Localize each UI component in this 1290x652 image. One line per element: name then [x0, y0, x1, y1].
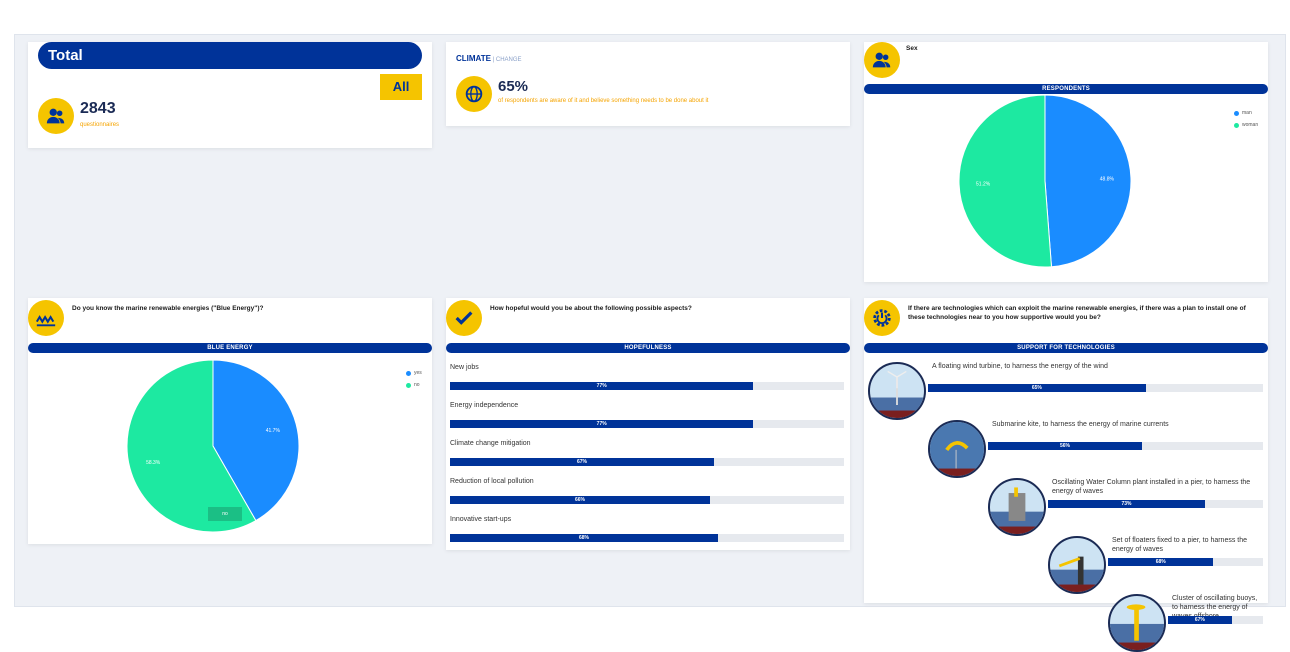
waves-icon: [28, 300, 64, 336]
technology-label: Oscillating Water Column plant installed…: [1052, 479, 1251, 495]
climate-title: CLIMATE | CHANGE: [456, 54, 522, 63]
bar-track: 65%: [928, 384, 1263, 392]
legend-dot: [406, 382, 411, 388]
pie-slice-woman[interactable]: [958, 94, 1053, 268]
legend-label: man: [1242, 110, 1252, 116]
bar-track: 66%: [450, 496, 844, 504]
climate-title-bold: CLIMATE: [456, 54, 491, 63]
bar-fill[interactable]: 56%: [988, 442, 1142, 450]
sex-legend-item[interactable]: woman: [1234, 122, 1258, 128]
technology-illustration: [1108, 594, 1166, 652]
bar-category-label: Innovative start-ups: [450, 516, 512, 523]
pie-tooltip-label: no: [222, 511, 228, 517]
legend-label: woman: [1242, 122, 1259, 128]
blue-energy-legend-item[interactable]: yes: [406, 370, 422, 376]
questionnaire-count: 2843: [80, 100, 116, 117]
legend-dot: [1234, 122, 1239, 128]
questionnaire-count-label: questionnaires: [80, 122, 120, 128]
checkmark-icon: [446, 300, 482, 336]
climate-percent: 65%: [498, 78, 529, 95]
users-icon: [38, 98, 74, 134]
blue-energy-band: BLUE ENERGY: [28, 343, 432, 353]
pie-tooltip: no: [208, 507, 242, 521]
blue-energy-legend-item[interactable]: no: [406, 382, 420, 388]
technologies-bar-chart: A floating wind turbine, to harness the …: [864, 358, 1268, 652]
sex-question: Sex: [906, 45, 918, 52]
sex-legend-item[interactable]: man: [1234, 110, 1252, 116]
bar-fill[interactable]: 68%: [450, 534, 718, 542]
hopefulness-bar-chart: New jobs 77% Energy independence 77% Climate…: [446, 358, 850, 548]
bar-track: 77%: [450, 382, 844, 390]
pie-value-label: 51.2%: [976, 181, 991, 187]
bar-track: 73%: [1048, 500, 1263, 508]
bar-track: 77%: [450, 420, 844, 428]
technology-illustration: [868, 362, 926, 420]
sex-pie-chart: 48.8% 51.2%: [958, 94, 1132, 268]
legend-label: yes: [414, 370, 422, 376]
blue-energy-question: Do you know the marine renewable energie…: [72, 305, 264, 312]
legend-dot: [406, 370, 411, 376]
bar-fill[interactable]: 73%: [1048, 500, 1205, 508]
technology-label: Submarine kite, to harness the energy of…: [992, 421, 1169, 428]
gear-power-icon: [864, 300, 900, 336]
bar-fill[interactable]: 77%: [450, 420, 754, 428]
all-filter-button[interactable]: All: [380, 74, 422, 100]
technologies-card: If there are technologies which can expl…: [864, 298, 1268, 652]
technology-label: Set of floaters fixed to a pier, to harn…: [1112, 537, 1248, 553]
bar-fill[interactable]: 67%: [1168, 616, 1232, 624]
users-icon: [864, 42, 900, 78]
climate-title-light: | CHANGE: [490, 57, 522, 63]
bar-track: 56%: [988, 442, 1263, 450]
bar-track: 68%: [1108, 558, 1263, 566]
bar-category-label: Climate change mitigation: [450, 440, 531, 447]
bar-category-label: Energy independence: [450, 402, 519, 409]
legend-dot: [1234, 110, 1239, 116]
bar-category-label: Reduction of local pollution: [450, 478, 534, 485]
blue-energy-card: Do you know the marine renewable energie…: [28, 298, 432, 544]
hopefulness-band: HOPEFULNESS: [446, 343, 850, 353]
technologies-question: If there are technologies which can expl…: [908, 305, 1246, 321]
climate-card: CLIMATE | CHANGE 65% of respondents are …: [446, 42, 850, 126]
globe-icon: [456, 76, 492, 112]
climate-description: of respondents are aware of it and belie…: [498, 98, 709, 104]
technology-illustration: [928, 420, 986, 478]
bar-track: 67%: [450, 458, 844, 466]
pie-value-label: 41.7%: [266, 428, 281, 434]
total-title: Total: [48, 47, 83, 64]
bar-fill[interactable]: 68%: [1108, 558, 1214, 566]
pie-value-label: 58.3%: [146, 460, 161, 466]
hopefulness-question: How hopeful would you be about the follo…: [490, 305, 692, 312]
total-card: Total All 2843 questionnaires: [28, 42, 432, 148]
bar-category-label: New jobs: [450, 364, 479, 371]
pie-slice-man[interactable]: [1044, 94, 1132, 268]
sex-card: Sex RESPONDENTS 48.8% 51.2% man woman: [864, 42, 1268, 282]
pie-value-label: 48.8%: [1100, 177, 1115, 183]
bar-track: 67%: [1168, 616, 1263, 624]
legend-label: no: [414, 382, 420, 388]
bar-fill[interactable]: 67%: [450, 458, 714, 466]
technologies-band: SUPPORT FOR TECHNOLOGIES: [864, 343, 1268, 353]
technology-illustration: [988, 478, 1046, 536]
technology-illustration: [1048, 536, 1106, 594]
respondents-band: RESPONDENTS: [864, 84, 1268, 94]
total-header: Total: [38, 42, 422, 69]
bar-track: 68%: [450, 534, 844, 542]
bar-fill[interactable]: 66%: [450, 496, 711, 504]
bar-fill[interactable]: 77%: [450, 382, 754, 390]
hopefulness-card: How hopeful would you be about the follo…: [446, 298, 850, 550]
technology-label: A floating wind turbine, to harness the …: [932, 363, 1108, 370]
bar-fill[interactable]: 65%: [928, 384, 1146, 392]
